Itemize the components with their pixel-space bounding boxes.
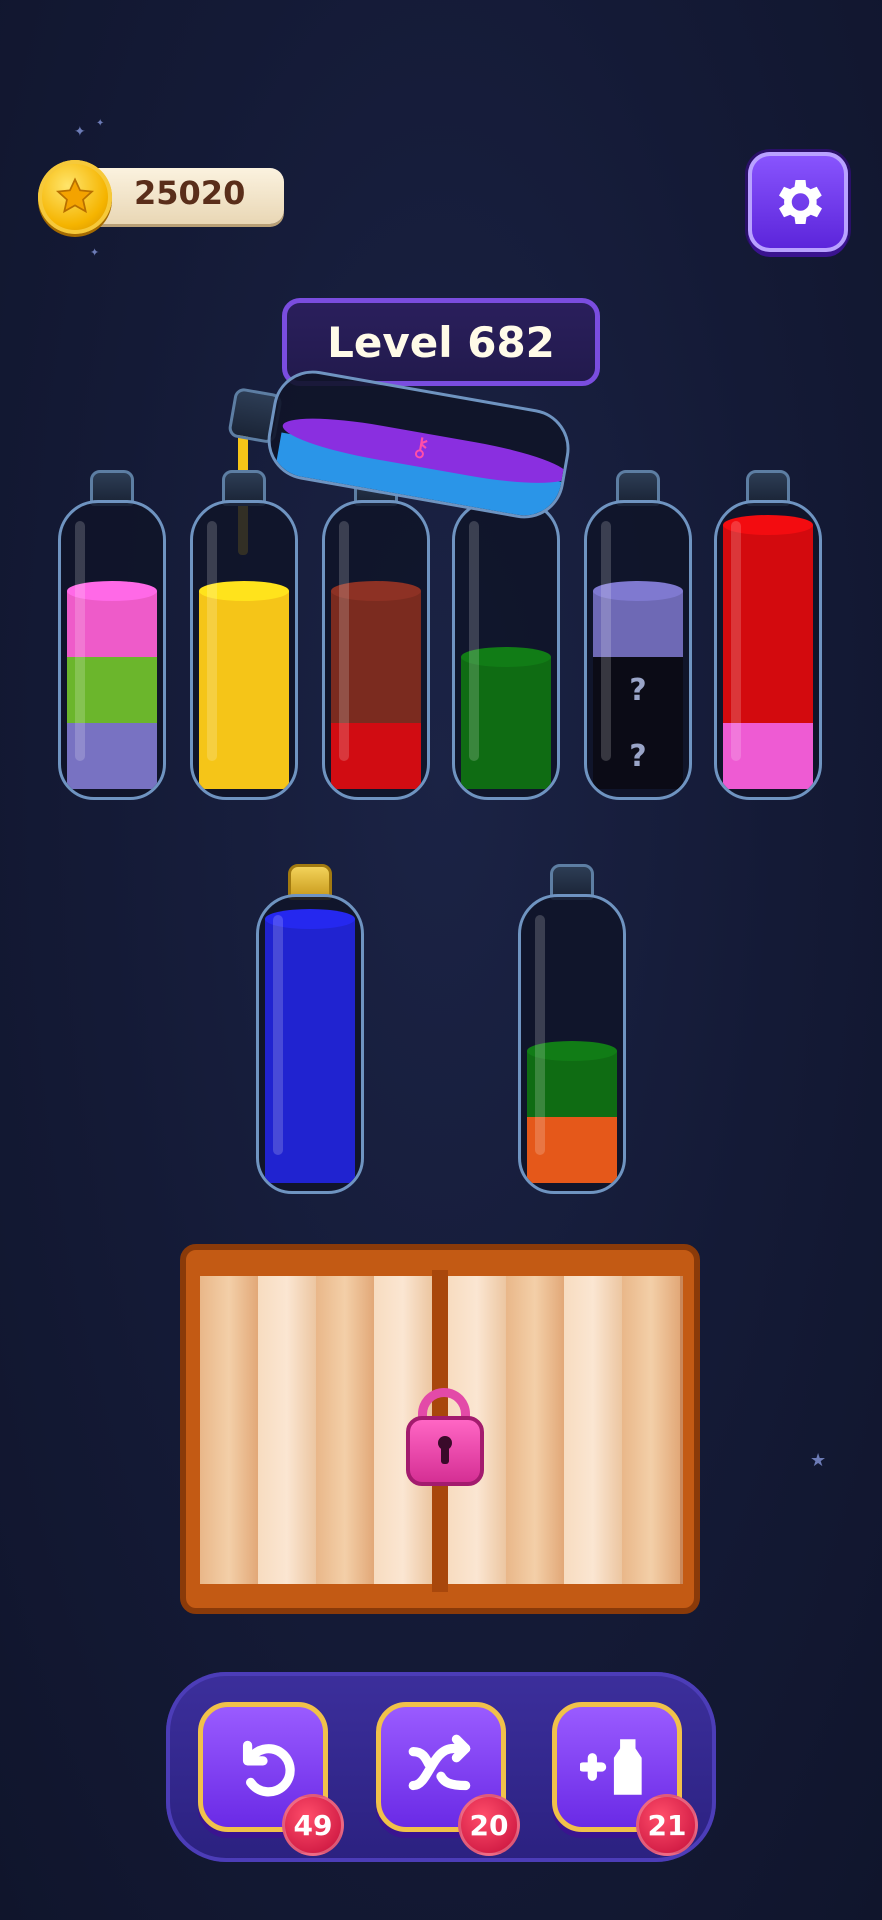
bottle-body: ?? [584,500,692,800]
bottle-body [452,500,560,800]
bottle-body [518,894,626,1194]
settings-button[interactable] [748,152,848,252]
shuffle-count: 20 [458,1794,520,1856]
bottle-body: ⚷ [261,364,576,525]
sparkle-icon: ✦ [74,124,86,140]
sparkle-icon: ★ [810,1450,827,1471]
bottle-body [256,894,364,1194]
glass-shine [469,521,479,761]
plank [564,1276,625,1584]
star-coin-icon [38,160,112,234]
bottle-body [714,500,822,800]
glass-shine [731,521,741,761]
glass-shine [207,521,217,761]
glass-shine [339,521,349,761]
plank [200,1276,261,1584]
glass-shine [273,915,283,1155]
bottle-body [58,500,166,800]
plank [258,1276,319,1584]
level-label: Level 682 [327,317,555,367]
glass-shine [75,521,85,761]
plank [622,1276,683,1584]
plank [316,1276,377,1584]
coin-balance: 25020 [38,160,284,234]
add-bottle-count: 21 [636,1794,698,1856]
glass-shine [535,915,545,1155]
coin-count: 25020 [134,174,246,212]
gear-icon [779,180,822,224]
bottle-body [322,500,430,800]
sparkle-icon: ✦ [96,118,105,129]
bottle-body [190,500,298,800]
sparkle-icon: ✦ [90,246,100,259]
add-bottle-icon [580,1739,642,1795]
locked-crate[interactable] [180,1244,700,1614]
padlock-icon [406,1416,484,1486]
undo-icon [242,1740,295,1797]
undo-count: 49 [282,1794,344,1856]
shuffle-icon [408,1734,471,1791]
plank [506,1276,567,1584]
glass-shine [601,521,611,761]
